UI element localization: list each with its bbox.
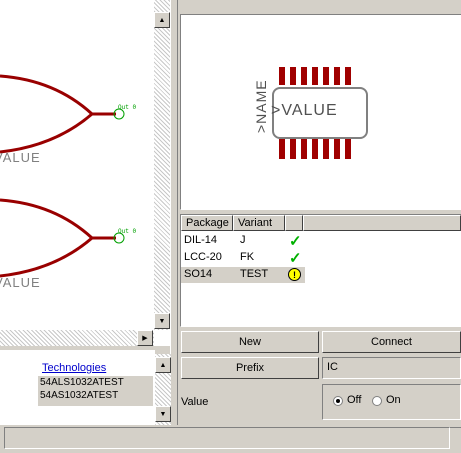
gate-2-pin-label: Out 0 (118, 228, 137, 235)
package-pin (279, 67, 285, 85)
technologies-panel: Technologies 54ALS1032ATEST 54AS1032ATES… (0, 350, 155, 425)
technologies-header[interactable]: Technologies (42, 362, 106, 374)
column-header-extra[interactable] (303, 215, 461, 231)
variant-cell: J (240, 234, 246, 246)
package-pin (279, 139, 285, 159)
package-pin (334, 67, 340, 85)
package-cell: SO14 (184, 268, 213, 280)
tech-scroll-up-button[interactable]: ▲ (155, 357, 171, 373)
vertical-splitter[interactable] (170, 0, 178, 425)
connect-button[interactable]: Connect (322, 331, 461, 353)
radio-off[interactable] (333, 396, 343, 406)
package-pin (301, 139, 307, 159)
check-icon: ✓ (289, 250, 302, 267)
radio-off-label[interactable]: Off (347, 394, 361, 406)
package-table: Package Variant DIL-14 J ✓ LCC-20 FK ✓ S… (180, 214, 461, 327)
package-pin (323, 139, 329, 159)
scroll-up-arrow-icon: ▲ (158, 16, 166, 24)
schematic-horizontal-scrollbar[interactable] (0, 330, 154, 346)
scroll-up-button[interactable]: ▲ (154, 12, 170, 28)
schematic-vertical-scrollbar[interactable] (154, 0, 170, 330)
tech-scroll-down-button[interactable]: ▼ (155, 406, 171, 422)
variant-cell: TEST (240, 268, 269, 280)
value-radio-group: Off On (322, 384, 461, 420)
or-gate-2 (0, 198, 95, 278)
package-cell: LCC-20 (184, 251, 222, 263)
package-pin (334, 139, 340, 159)
table-row[interactable]: DIL-14 J ✓ (181, 233, 461, 250)
gate-1-value-label: VALUE (0, 150, 41, 165)
radio-selected-dot (336, 399, 340, 403)
package-pin (312, 139, 318, 159)
column-header-status[interactable] (285, 215, 303, 231)
scroll-right-arrow-icon: ▶ (142, 335, 148, 342)
scroll-up-arrow-icon: ▲ (159, 361, 167, 369)
technology-item[interactable]: 54AS1032ATEST (40, 390, 118, 401)
package-pin (345, 139, 351, 159)
radio-on-label[interactable]: On (386, 394, 401, 406)
scroll-down-arrow-icon: ▼ (158, 317, 166, 325)
check-icon: ✓ (289, 233, 302, 250)
new-button[interactable]: New (181, 331, 319, 353)
scroll-right-button[interactable]: ▶ (137, 330, 153, 346)
package-pin (301, 67, 307, 85)
table-row-selected[interactable]: SO14 TEST ! (181, 267, 305, 283)
package-pin (345, 67, 351, 85)
prefix-field[interactable]: IC (322, 357, 461, 379)
radio-on[interactable] (372, 396, 382, 406)
schematic-view[interactable]: Out 0 VALUE Out 0 VALUE (0, 0, 170, 346)
or-gate-1 (0, 74, 95, 154)
column-header-variant[interactable]: Variant (233, 215, 285, 231)
scroll-down-button[interactable]: ▼ (154, 313, 170, 329)
package-preview: >VALUE >NAME (180, 14, 461, 210)
status-bar (4, 427, 450, 449)
package-cell: DIL-14 (184, 234, 218, 246)
gate-2-value-label: VALUE (0, 275, 41, 290)
package-value-label: >VALUE (271, 102, 338, 119)
package-pin (290, 139, 296, 159)
scroll-down-arrow-icon: ▼ (159, 410, 167, 418)
value-label: Value (181, 396, 209, 408)
resize-grip[interactable] (450, 427, 461, 449)
table-row[interactable]: LCC-20 FK ✓ (181, 250, 461, 267)
prefix-button[interactable]: Prefix (181, 357, 319, 379)
warning-icon: ! (288, 268, 301, 281)
variant-cell: FK (240, 251, 255, 263)
schematic-canvas (0, 74, 125, 278)
package-pin (323, 67, 329, 85)
gate-1-pin-label: Out 0 (118, 104, 137, 111)
package-pin (290, 67, 296, 85)
column-header-package[interactable]: Package (181, 215, 233, 231)
technology-item[interactable]: 54ALS1032ATEST (40, 377, 124, 388)
package-name-label: >NAME (253, 79, 269, 133)
package-pin (312, 67, 318, 85)
